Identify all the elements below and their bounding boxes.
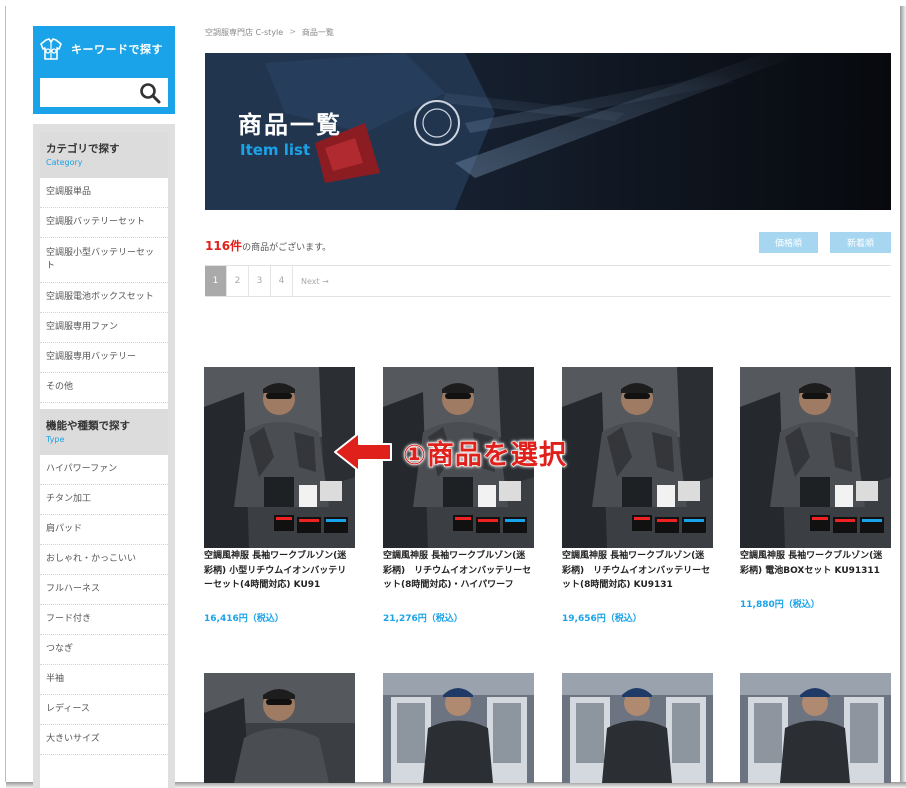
hero-banner: 商品一覧 Item list xyxy=(205,53,891,210)
jacket-icon xyxy=(40,38,62,60)
next-page-link[interactable]: Next → xyxy=(293,266,337,296)
product-price: 11,880円（税込） xyxy=(740,600,820,610)
product-image[interactable] xyxy=(740,367,891,548)
type-item[interactable]: レディース xyxy=(40,695,168,725)
type-item[interactable]: 肩パッド xyxy=(40,515,168,545)
type-item[interactable]: 大きいサイズ xyxy=(40,725,168,755)
page-button-1[interactable]: 1 xyxy=(205,266,227,296)
product-image[interactable] xyxy=(562,673,713,783)
product-image[interactable] xyxy=(740,673,891,783)
category-item[interactable]: 空調服専用バッテリー xyxy=(40,343,168,373)
type-header: 機能や種類で探す Type xyxy=(40,409,168,455)
type-list: ハイパワーファン チタン加工 肩パッド おしゃれ・かっこいい フルハーネス フー… xyxy=(40,455,168,755)
pager-divider xyxy=(205,296,891,297)
type-item[interactable]: つなぎ xyxy=(40,635,168,665)
product-image[interactable] xyxy=(204,673,355,783)
product-name[interactable]: 空調風神服 長袖ワークブルゾン(迷彩柄) リチウムイオンバッテリーセット(8時間… xyxy=(383,549,534,593)
sidebar: キーワードで探す カテゴリで探す Category 空調服単品 空調服バッテリー… xyxy=(33,0,175,788)
product-name[interactable]: 空調風神服 長袖ワークブルゾン(迷彩柄) リチウムイオンバッテリーセット(8時間… xyxy=(562,549,713,593)
result-count-number: 116件 xyxy=(205,239,243,253)
type-item[interactable]: フード付き xyxy=(40,605,168,635)
pagination: 1 2 3 4 Next → xyxy=(205,266,337,296)
product-card[interactable]: 空調風神服 長袖ワークブルゾン(迷彩柄) リチウムイオンバッテリーセット(8時間… xyxy=(562,367,713,632)
category-header: カテゴリで探す Category xyxy=(40,132,168,178)
product-price: 16,416円（税込） xyxy=(204,614,284,624)
product-card[interactable]: 空調風神服 長袖ワークブルゾン(迷彩柄) 小型リチウムイオンバッテリーセット(4… xyxy=(204,367,355,632)
category-subtitle: Category xyxy=(46,158,83,167)
hero-title: 商品一覧 xyxy=(238,111,342,139)
annotation-text: ①商品を選択 xyxy=(403,439,567,471)
type-item[interactable]: チタン加工 xyxy=(40,485,168,515)
frame-border xyxy=(5,6,6,782)
product-image[interactable] xyxy=(562,367,713,548)
type-item[interactable]: ハイパワーファン xyxy=(40,455,168,485)
page-button-4[interactable]: 4 xyxy=(271,266,293,296)
type-item[interactable]: おしゃれ・かっこいい xyxy=(40,545,168,575)
product-card[interactable]: 空調風神服 長袖ワークブルゾン(迷彩柄) 電池BOXセット KU91311 11… xyxy=(740,367,891,632)
hero-subtitle: Item list xyxy=(240,141,311,159)
keyword-search-header: キーワードで探す xyxy=(39,38,163,60)
breadcrumb: 空調服専門店 C-style > 商品一覧 xyxy=(205,27,334,38)
product-image[interactable] xyxy=(383,673,534,783)
category-item[interactable]: 空調服電池ボックスセット xyxy=(40,283,168,313)
page-button-2[interactable]: 2 xyxy=(227,266,249,296)
breadcrumb-current: 商品一覧 xyxy=(301,28,334,37)
type-item[interactable]: フルハーネス xyxy=(40,575,168,605)
category-item[interactable]: 空調服単品 xyxy=(40,178,168,208)
page-button-3[interactable]: 3 xyxy=(249,266,271,296)
type-title: 機能や種類で探す xyxy=(46,420,130,432)
keyword-search-title: キーワードで探す xyxy=(71,43,163,56)
category-item[interactable]: 空調服小型バッテリーセット xyxy=(40,238,168,283)
category-item[interactable]: 空調服専用ファン xyxy=(40,313,168,343)
instruction-annotation: ①商品を選択 xyxy=(333,430,567,474)
result-count-suffix: の商品がございます。 xyxy=(242,243,332,253)
category-item[interactable]: 空調服バッテリーセット xyxy=(40,208,168,238)
left-arrow-icon xyxy=(334,432,392,472)
product-card[interactable]: 空調風神服 長袖ワークブルゾン(迷彩柄) リチウムイオンバッテリーセット(8時間… xyxy=(383,367,534,632)
type-item[interactable]: 半袖 xyxy=(40,665,168,695)
product-name[interactable]: 空調風神服 長袖ワークブルゾン(迷彩柄) 小型リチウムイオンバッテリーセット(4… xyxy=(204,549,355,593)
category-panel: カテゴリで探す Category 空調服単品 空調服バッテリーセット 空調服小型… xyxy=(33,124,175,788)
category-list: 空調服単品 空調服バッテリーセット 空調服小型バッテリーセット 空調服電池ボック… xyxy=(40,178,168,403)
category-item[interactable]: その他 xyxy=(40,373,168,403)
category-panel-inner: カテゴリで探す Category 空調服単品 空調服バッテリーセット 空調服小型… xyxy=(40,132,168,788)
type-subtitle: Type xyxy=(46,435,65,444)
product-price: 19,656円（税込） xyxy=(562,614,642,624)
result-count: 116件 の商品がございます。 xyxy=(205,237,331,254)
search-icon[interactable] xyxy=(139,82,161,104)
breadcrumb-separator: > xyxy=(289,27,296,36)
sort-by-newest-button[interactable]: 新着順 xyxy=(830,232,891,253)
breadcrumb-home-link[interactable]: 空調服専門店 C-style xyxy=(205,27,283,38)
frame-shadow-right xyxy=(900,6,906,788)
product-name[interactable]: 空調風神服 長袖ワークブルゾン(迷彩柄) 電池BOXセット KU91311 xyxy=(740,549,891,578)
category-title: カテゴリで探す xyxy=(46,143,120,155)
sort-by-price-button[interactable]: 価格順 xyxy=(759,232,818,253)
product-price: 21,276円（税込） xyxy=(383,614,463,624)
